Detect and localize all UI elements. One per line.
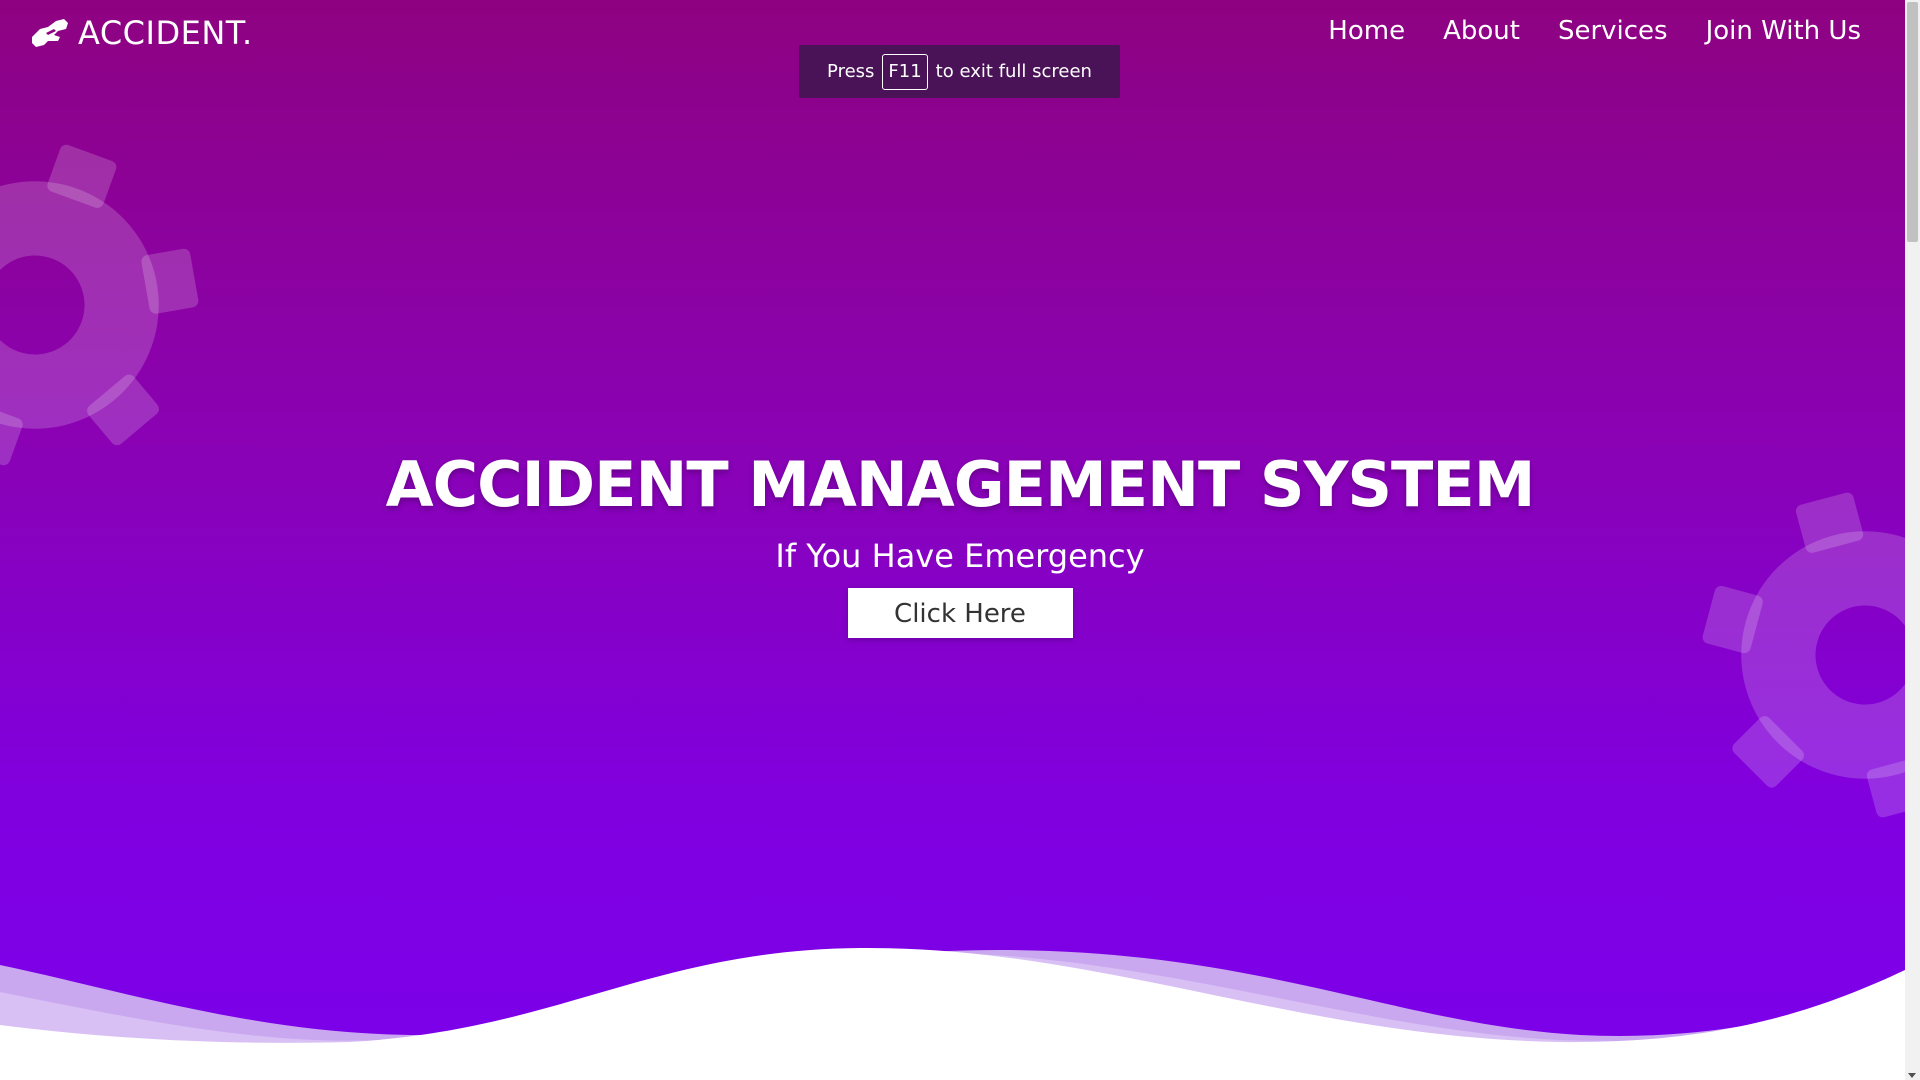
fullscreen-notice: Press F11 to exit full screen — [799, 45, 1120, 98]
logo-link[interactable]: ACCIDENT. — [30, 14, 253, 52]
browser-viewport: ACCIDENT. Home About Services Join With … — [0, 0, 1920, 1080]
logo-text: ACCIDENT. — [78, 14, 253, 52]
nav-services[interactable]: Services — [1558, 16, 1668, 46]
fullscreen-notice-suffix: to exit full screen — [935, 61, 1092, 82]
main-nav: Home About Services Join With Us — [1328, 16, 1861, 46]
click-here-button[interactable]: Click Here — [847, 588, 1073, 638]
nav-join-with-us[interactable]: Join With Us — [1706, 16, 1861, 46]
handshake-icon — [32, 19, 68, 47]
scroll-down-arrow-icon[interactable] — [1908, 1073, 1916, 1078]
vertical-scrollbar[interactable] — [1905, 0, 1920, 1080]
fullscreen-notice-prefix: Press — [827, 61, 875, 82]
nav-about[interactable]: About — [1443, 16, 1520, 46]
hero-section: ACCIDENT. Home About Services Join With … — [0, 0, 1905, 1080]
scrollbar-thumb[interactable] — [1907, 2, 1918, 242]
nav-home[interactable]: Home — [1328, 16, 1405, 46]
hero-subtitle: If You Have Emergency — [775, 537, 1145, 575]
bottom-wave — [0, 947, 1905, 1080]
hero-content: ACCIDENT MANAGEMENT SYSTEM If You Have E… — [0, 440, 1905, 638]
gear-icon — [0, 144, 199, 466]
hero-title: ACCIDENT MANAGEMENT SYSTEM — [385, 448, 1536, 521]
f11-key: F11 — [882, 53, 928, 90]
